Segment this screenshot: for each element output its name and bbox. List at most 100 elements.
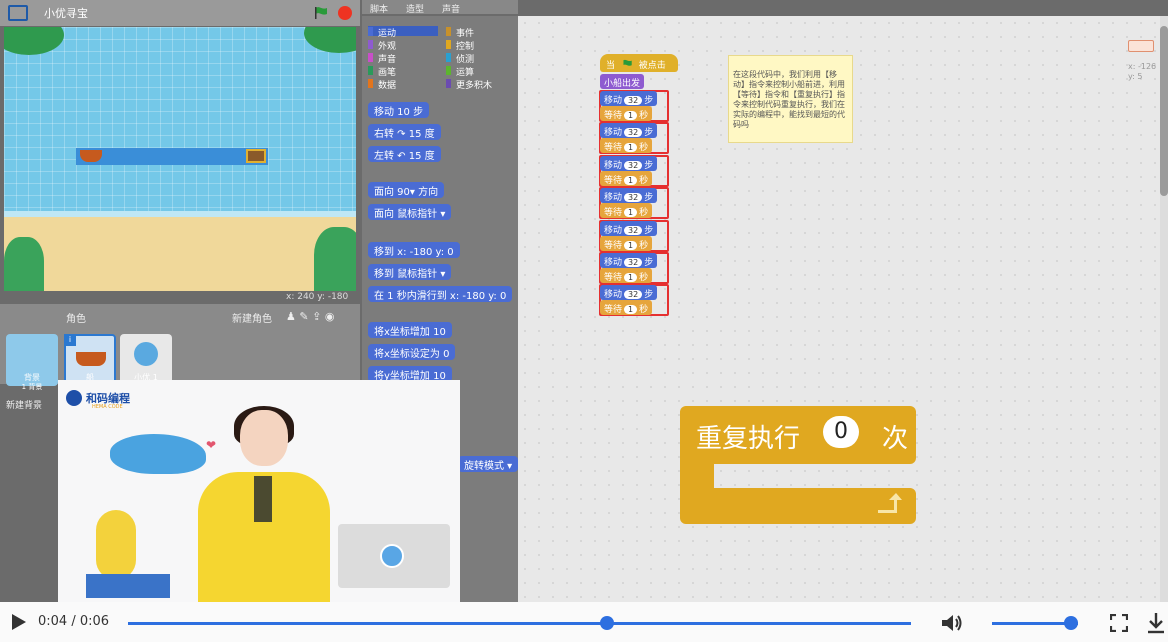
- laptop-sticker-icon: [380, 544, 404, 568]
- pirate-thumb-image: [134, 342, 158, 366]
- script-scrollbar-thumb[interactable]: [1160, 26, 1168, 196]
- wait-secs-input[interactable]: 1: [624, 273, 638, 282]
- category-swatch: [446, 27, 451, 36]
- progress-bar[interactable]: [128, 622, 911, 625]
- category-swatch: [368, 40, 373, 49]
- move-steps-input[interactable]: 32: [624, 160, 643, 170]
- brand-logo-sub: HEMA CODE: [92, 404, 123, 410]
- category-0[interactable]: 运动: [368, 26, 438, 39]
- category-3[interactable]: 画笔: [368, 65, 438, 78]
- repeat-count-input[interactable]: 0: [823, 416, 859, 448]
- boat-thumb-image: [76, 352, 106, 366]
- repeat-block[interactable]: 重复执行 0 次: [680, 406, 916, 526]
- palette-block[interactable]: 在 1 秒内滑行到 x: -180 y: 0: [368, 286, 513, 302]
- volume-handle[interactable]: [1064, 616, 1079, 630]
- paint-new-sprite-icon[interactable]: ✎: [299, 310, 308, 323]
- category-6[interactable]: 控制: [446, 39, 516, 52]
- category-label: 外观: [378, 42, 397, 52]
- camera-icon[interactable]: ◉: [325, 310, 335, 323]
- move-steps-block[interactable]: 移动 32 步: [600, 285, 658, 301]
- wait-secs-block[interactable]: 等待 1 秒: [600, 203, 653, 219]
- wait-label: 等待: [604, 208, 623, 219]
- palette-block[interactable]: 移到 x: -180 y: 0: [368, 242, 460, 258]
- move-steps-input[interactable]: 32: [624, 128, 643, 138]
- category-1[interactable]: 外观: [368, 39, 438, 52]
- category-2[interactable]: 声音: [368, 52, 438, 65]
- palette-block[interactable]: 移动 10 步: [368, 102, 430, 118]
- water-path: [76, 148, 268, 165]
- wait-secs-input[interactable]: 1: [624, 111, 638, 120]
- info-icon[interactable]: i: [64, 334, 76, 346]
- broadcast-block[interactable]: 小船出发: [600, 74, 645, 89]
- fullscreen-stage-icon[interactable]: [8, 5, 28, 21]
- when-flag-clicked-block[interactable]: 当 被点击: [600, 54, 678, 72]
- move-steps-input[interactable]: 32: [624, 193, 643, 203]
- move-steps-block[interactable]: 移动 32 步: [600, 91, 658, 106]
- wait-secs-input[interactable]: 1: [624, 305, 638, 315]
- repeat-label: 重复执行: [696, 424, 801, 454]
- move-steps-input[interactable]: 32: [624, 225, 643, 235]
- sprite-library-icon[interactable]: ♟: [286, 310, 296, 323]
- palette-block[interactable]: 将x坐标增加 10: [368, 322, 452, 338]
- green-flag-icon[interactable]: [314, 6, 328, 20]
- category-label: 控制: [456, 42, 475, 52]
- download-icon[interactable]: [1146, 612, 1166, 634]
- category-5[interactable]: 事件: [446, 26, 516, 39]
- move-steps-block[interactable]: 移动 32 步: [600, 220, 658, 236]
- move-steps-input[interactable]: 32: [624, 96, 643, 105]
- palette-block[interactable]: 面向 鼠标指针 ▾: [368, 204, 452, 220]
- wait-secs-block[interactable]: 等待 1 秒: [600, 138, 653, 154]
- wait-secs-block[interactable]: 等待 1 秒: [600, 170, 653, 186]
- move-label: 移动: [604, 160, 623, 171]
- wait-secs-input[interactable]: 1: [624, 175, 638, 185]
- category-7[interactable]: 侦测: [446, 52, 516, 65]
- progress-handle[interactable]: [600, 616, 615, 630]
- boat-sprite[interactable]: [80, 150, 102, 162]
- palette-block[interactable]: 将x坐标设定为 0: [368, 344, 456, 360]
- move-steps-block[interactable]: 移动 32 步: [600, 188, 658, 204]
- wait-secs-block[interactable]: 等待 1 秒: [600, 106, 653, 121]
- move-steps-block[interactable]: 移动 32 步: [600, 155, 658, 171]
- fullscreen-icon[interactable]: [1110, 614, 1128, 632]
- wait-secs-input[interactable]: 1: [624, 208, 638, 218]
- volume-icon[interactable]: [940, 613, 964, 633]
- category-9[interactable]: 更多积木: [446, 78, 516, 91]
- instructor-video: 和码编程 HEMA CODE ❤: [58, 380, 460, 602]
- palette-block[interactable]: 右转 ↷ 15 度: [368, 124, 441, 140]
- tab-sounds[interactable]: 声音: [442, 2, 460, 15]
- move-steps-input[interactable]: 32: [624, 290, 643, 300]
- stage-canvas[interactable]: [4, 27, 356, 291]
- category-label: 数据: [378, 81, 397, 91]
- brand-logo-icon: [66, 390, 82, 406]
- comment-note[interactable]: 在这段代码中，我们利用【移动】指令来控制小船前进，利用【等待】指令和【重复执行】…: [728, 55, 853, 143]
- wait-secs-block[interactable]: 等待 1 秒: [600, 268, 653, 283]
- move-steps-input[interactable]: 32: [624, 258, 643, 267]
- category-swatch: [368, 79, 373, 88]
- scratch-editor: 小优寻宝 x: 240 y: -180 角色 新建角色 ♟ ✎ ⇪ ◉ 背景 1…: [0, 0, 1168, 602]
- tab-scripts[interactable]: 脚本: [370, 2, 388, 15]
- category-4[interactable]: 数据: [368, 78, 438, 91]
- palette-block[interactable]: 左转 ↶ 15 度: [368, 146, 441, 162]
- palette-block[interactable]: 面向 90▾ 方向: [368, 182, 445, 198]
- project-title[interactable]: 小优寻宝: [44, 5, 88, 21]
- wait-secs-input[interactable]: 1: [624, 240, 638, 250]
- beach-sand: [4, 217, 356, 291]
- repeat-block-arm: [680, 464, 714, 490]
- tab-costumes[interactable]: 造型: [406, 2, 424, 15]
- category-label: 更多积木: [456, 81, 493, 91]
- move-unit: 步: [644, 128, 654, 139]
- palette-block[interactable]: 旋转模式 ▾: [458, 456, 519, 472]
- repeat-suffix: 次: [882, 424, 909, 454]
- upload-sprite-icon[interactable]: ⇪: [312, 310, 321, 323]
- palette-block[interactable]: 移到 鼠标指针 ▾: [368, 264, 452, 280]
- category-8[interactable]: 运算: [446, 65, 516, 78]
- play-icon[interactable]: [12, 614, 26, 630]
- new-sprite-label: 新建角色: [232, 314, 272, 325]
- move-steps-block[interactable]: 移动 32 步: [600, 123, 658, 139]
- stop-icon[interactable]: [338, 6, 352, 20]
- wait-secs-input[interactable]: 1: [624, 143, 638, 153]
- wait-unit: 秒: [639, 208, 649, 219]
- wait-secs-block[interactable]: 等待 1 秒: [600, 300, 653, 316]
- move-steps-block[interactable]: 移动 32 步: [600, 253, 658, 268]
- wait-secs-block[interactable]: 等待 1 秒: [600, 235, 653, 251]
